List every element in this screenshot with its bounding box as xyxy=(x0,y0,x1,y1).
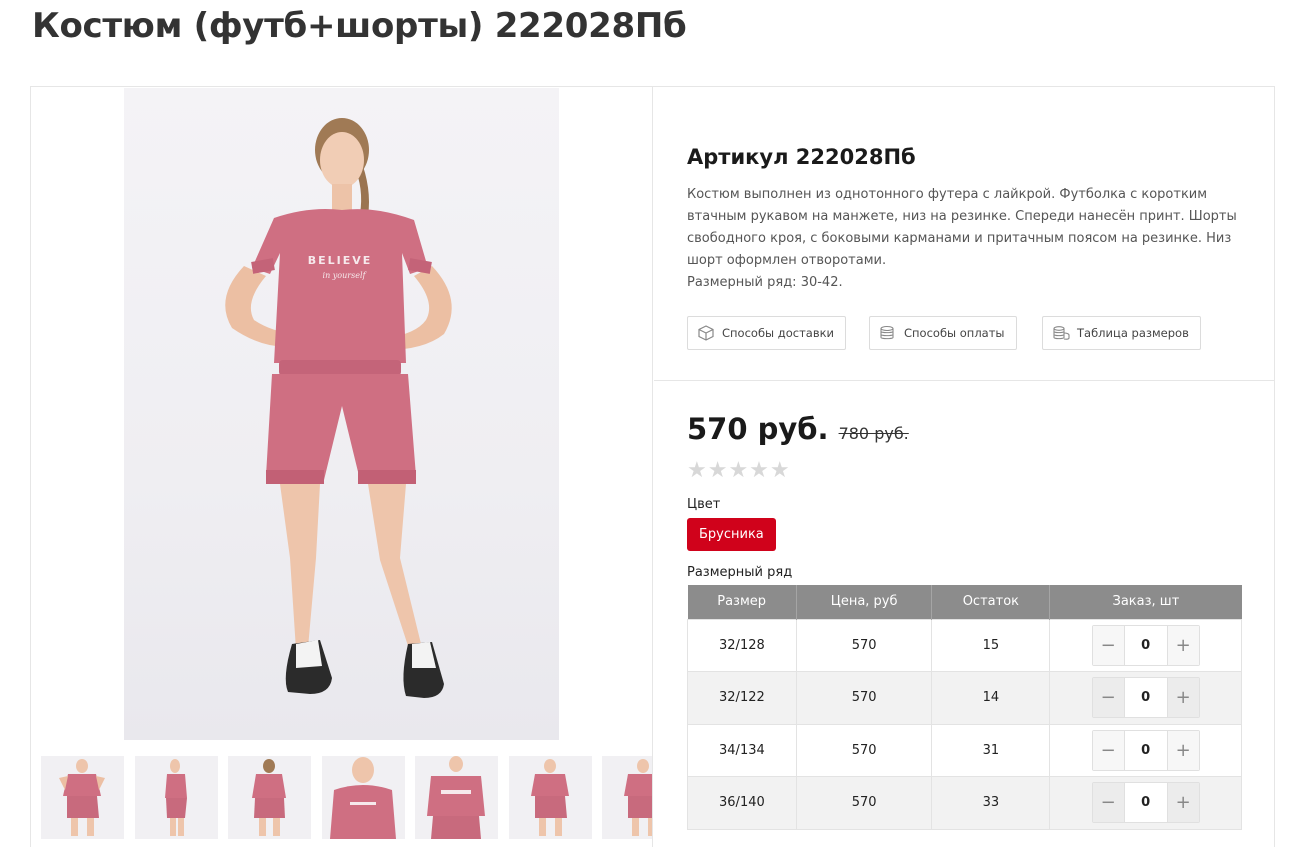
thumbnail-5[interactable] xyxy=(415,756,498,839)
article-number: Артикул 222028Пб xyxy=(687,145,916,169)
table-row: 32/128 570 15 − + xyxy=(687,618,1242,672)
increment-button[interactable]: + xyxy=(1167,730,1199,770)
quantity-input[interactable] xyxy=(1123,783,1168,823)
color-option-selected[interactable]: Брусника xyxy=(687,518,776,551)
payment-methods-button[interactable]: Способы оплаты xyxy=(869,316,1017,350)
current-price: 570 руб. xyxy=(687,412,829,446)
header-size: Размер xyxy=(687,585,797,619)
size-chart-button[interactable]: Таблица размеров xyxy=(1042,316,1201,350)
cell-stock: 15 xyxy=(931,618,1051,672)
header-price: Цена, руб xyxy=(796,585,933,619)
thumbnail-2[interactable] xyxy=(135,756,218,839)
table-row: 32/122 570 14 − + xyxy=(687,671,1242,725)
cell-size: 36/140 xyxy=(687,776,797,830)
cell-order: − + xyxy=(1049,618,1242,672)
print-text-believe: BELIEVE xyxy=(308,254,373,267)
size-order-table: Размер Цена, руб Остаток Заказ, шт 32/12… xyxy=(687,585,1242,830)
decrement-button[interactable]: − xyxy=(1092,625,1124,665)
thumbnail-6[interactable] xyxy=(509,756,592,839)
table-row: 36/140 570 33 − + xyxy=(687,776,1242,830)
cell-stock: 33 xyxy=(931,776,1051,830)
decrement-button[interactable]: − xyxy=(1092,730,1124,770)
price-row: 570 руб. 780 руб. xyxy=(687,412,909,446)
cell-order: − + xyxy=(1049,776,1242,830)
size-range-label: Размерный ряд xyxy=(687,565,793,580)
thumbnail-4[interactable] xyxy=(322,756,405,839)
coins-stack-icon xyxy=(1053,326,1070,340)
table-row: 34/134 570 31 − + xyxy=(687,723,1242,777)
cell-price: 570 xyxy=(795,776,933,830)
cell-stock: 31 xyxy=(931,723,1051,777)
quantity-stepper: − + xyxy=(1091,729,1200,771)
old-price: 780 руб. xyxy=(838,424,909,443)
decrement-button[interactable]: − xyxy=(1092,678,1124,718)
size-chart-label: Таблица размеров xyxy=(1077,326,1189,340)
color-label: Цвет xyxy=(687,497,721,512)
cell-order: − + xyxy=(1049,723,1242,777)
cell-price: 570 xyxy=(795,618,933,672)
product-description: Костюм выполнен из однотонного футера с … xyxy=(687,184,1242,294)
description-text: Костюм выполнен из однотонного футера с … xyxy=(687,187,1237,268)
increment-button[interactable]: + xyxy=(1167,625,1199,665)
product-gallery: BELIEVE in yourself xyxy=(31,87,653,847)
quantity-stepper: − + xyxy=(1091,677,1200,719)
header-stock: Остаток xyxy=(931,585,1051,619)
header-order: Заказ, шт xyxy=(1049,585,1242,619)
delivery-methods-button[interactable]: Способы доставки xyxy=(687,316,847,350)
delivery-methods-label: Способы доставки xyxy=(722,326,835,340)
increment-button[interactable]: + xyxy=(1167,678,1199,718)
coins-icon xyxy=(880,325,894,340)
product-description-block: Артикул 222028Пб Костюм выполнен из одно… xyxy=(654,87,1274,381)
cell-size: 32/122 xyxy=(687,671,797,725)
increment-button[interactable]: + xyxy=(1167,783,1199,823)
cell-price: 570 xyxy=(795,723,933,777)
cell-price: 570 xyxy=(795,671,933,725)
cell-order: − + xyxy=(1049,671,1242,725)
quantity-input[interactable] xyxy=(1123,625,1168,665)
cell-size: 32/128 xyxy=(687,618,797,672)
payment-methods-label: Способы оплаты xyxy=(904,326,1005,340)
quantity-stepper: − + xyxy=(1091,624,1200,666)
size-range-note: Размерный ряд: 30-42. xyxy=(687,275,843,290)
thumbnail-1[interactable] xyxy=(41,756,124,839)
rating-stars[interactable]: ★★★★★ xyxy=(687,458,791,483)
page-title: Костюм (футб+шорты) 222028Пб xyxy=(32,6,687,46)
decrement-button[interactable]: − xyxy=(1092,783,1124,823)
product-card: BELIEVE in yourself Артикул 222028Пб Кос… xyxy=(30,86,1275,847)
thumbnail-7[interactable] xyxy=(602,756,652,839)
product-info: Артикул 222028Пб Костюм выполнен из одно… xyxy=(654,87,1274,847)
cell-stock: 14 xyxy=(931,671,1051,725)
main-product-photo[interactable]: BELIEVE in yourself xyxy=(124,88,559,740)
box-icon xyxy=(698,325,714,341)
print-text-yourself: in yourself xyxy=(323,271,368,280)
table-header-row: Размер Цена, руб Остаток Заказ, шт xyxy=(687,585,1242,619)
quantity-input[interactable] xyxy=(1123,678,1168,718)
quantity-input[interactable] xyxy=(1123,730,1168,770)
thumbnail-strip xyxy=(41,756,652,840)
quantity-stepper: − + xyxy=(1091,782,1200,824)
cell-size: 34/134 xyxy=(687,723,797,777)
thumbnail-3[interactable] xyxy=(228,756,311,839)
